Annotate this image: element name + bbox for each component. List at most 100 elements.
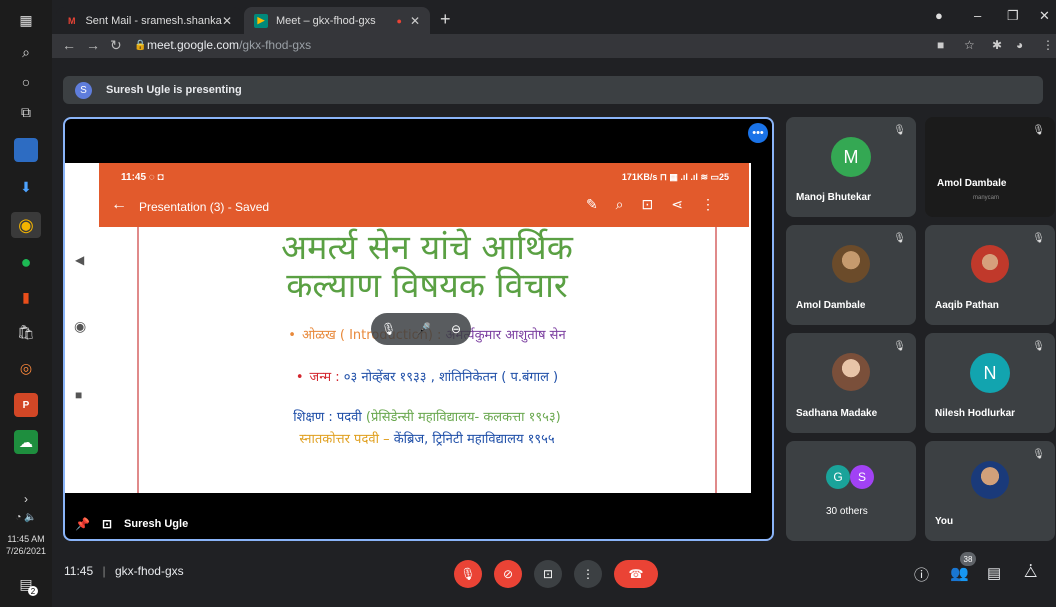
participant-tile[interactable]: 🎙 Amol Dambale manycam: [925, 117, 1055, 217]
avatar: [971, 461, 1009, 499]
new-tab-button[interactable]: +: [440, 10, 451, 28]
windows-start-icon[interactable]: ▦: [14, 8, 38, 32]
url-path: /gkx-fhod-gxs: [239, 38, 312, 52]
address-bar: ← → ↻ 🔒 meet.google.com/gkx-fhod-gxs ■ ☆…: [52, 34, 1056, 58]
mic-off-icon: 🎙: [893, 233, 906, 244]
participant-name: Nilesh Hodlurkar: [935, 408, 1016, 419]
presenting-text: Suresh Ugle is presenting: [106, 84, 242, 96]
file-explorer-icon[interactable]: [14, 138, 38, 162]
tab-meet[interactable]: ▶ Meet – gkx-fhod-gxs ● ✕: [244, 7, 430, 34]
notification-count: 2: [28, 586, 38, 596]
pin-icon[interactable]: 📌: [75, 517, 90, 531]
avatar: [832, 353, 870, 391]
mic-toggle-button[interactable]: 🎙: [454, 560, 482, 588]
cortana-icon[interactable]: ○: [14, 70, 38, 94]
participant-name: Amol Dambale: [937, 178, 1007, 189]
media-player-icon[interactable]: ◎: [14, 356, 38, 380]
avatar: S: [75, 81, 92, 99]
self-tile[interactable]: 🎙 You: [925, 441, 1055, 541]
powerpoint-icon[interactable]: P: [14, 393, 38, 417]
chrome-taskbar-icon[interactable]: ◉: [11, 212, 41, 238]
end-call-button[interactable]: ☎: [614, 560, 658, 588]
participant-tile[interactable]: 🎙 Amol Dambale: [786, 225, 916, 325]
mic-off-icon: 🎙: [1032, 233, 1045, 244]
windows-taskbar: ▦ ⌕ ○ ⧉ ⬇ ◉ ● ▮ 🛍 ◎ P ☁ › ◔ 🔈 11:45 AM 7…: [0, 0, 52, 607]
avatar: M: [831, 137, 871, 177]
gmail-icon: M: [67, 15, 76, 26]
pin-icon[interactable]: ⊖: [451, 322, 461, 336]
avatar: S: [850, 465, 874, 489]
close-icon[interactable]: ✕: [410, 14, 420, 28]
office-icon[interactable]: ▮: [14, 285, 38, 309]
extensions-icon[interactable]: ✱: [992, 38, 1002, 52]
store-icon[interactable]: ⬇: [14, 175, 38, 199]
tab-gmail-label: Sent Mail - sramesh.shankarrao@: [85, 14, 222, 27]
android-recents-icon: ■: [75, 388, 83, 402]
network-volume-icons[interactable]: ◔ 🔈: [8, 505, 44, 529]
url-field[interactable]: meet.google.com/gkx-fhod-gxs: [147, 38, 311, 52]
mic-off-icon: 🎙: [1032, 449, 1045, 460]
search-icon[interactable]: ⌕: [14, 40, 38, 64]
status-indicators: 171KB/s ⊓ ▦ .ıl .ıl ≋ ▭25: [621, 172, 729, 182]
participant-tile[interactable]: 🎙 N Nilesh Hodlurkar: [925, 333, 1055, 433]
activities-icon[interactable]: ⧊: [1024, 564, 1037, 581]
slide-birth-line: • जन्म : ०३ नोव्हेंबर १९३३ , शांतिनिकेतन …: [295, 370, 559, 385]
close-icon[interactable]: ✕: [222, 14, 232, 28]
url-host: meet.google.com: [147, 38, 240, 52]
people-icon[interactable]: 👥: [950, 564, 969, 582]
minimize-button[interactable]: –: [974, 8, 981, 23]
participant-tile[interactable]: 🎙 M Manoj Bhutekar: [786, 117, 916, 217]
forward-arrow-icon[interactable]: →: [86, 37, 100, 53]
info-icon[interactable]: ⓘ: [914, 564, 929, 585]
recording-dot-icon: ●: [396, 15, 402, 26]
presentation-stage[interactable]: ••• ◀ ◉ ■ 11:45 ◌ ◘ 171KB/s ⊓ ▦ .ıl .ıl …: [63, 117, 774, 541]
app-toolbar: 11:45 ◌ ◘ 171KB/s ⊓ ▦ .ıl .ıl ≋ ▭25 ← Pr…: [99, 163, 749, 227]
tab-meet-label: Meet – gkx-fhod-gxs: [276, 14, 376, 27]
presenter-name: Suresh Ugle: [124, 518, 189, 530]
store-bag-icon[interactable]: 🛍: [14, 320, 38, 344]
mic-off-icon[interactable]: 🎙: [381, 322, 396, 336]
meeting-info: 11:45 | gkx-fhod-gxs: [64, 564, 184, 578]
taskbar-date[interactable]: 7/26/2021: [0, 546, 52, 557]
spotify-icon[interactable]: ●: [14, 250, 38, 274]
others-tile[interactable]: G S 30 others: [786, 441, 916, 541]
status-time: 11:45 ◌ ◘: [121, 172, 164, 183]
chat-icon[interactable]: ▤: [987, 564, 1001, 582]
more-options-icon[interactable]: •••: [748, 123, 768, 143]
profile-dot-icon[interactable]: ●: [935, 8, 943, 23]
participant-name: You: [935, 516, 954, 527]
camera-icon[interactable]: ■: [937, 38, 944, 52]
stage-footer: 📌 ⊡ Suresh Ugle: [75, 517, 188, 531]
meeting-time: 11:45: [64, 564, 94, 578]
participant-tile[interactable]: 🎙 Sadhana Madake: [786, 333, 916, 433]
meeting-code: gkx-fhod-gxs: [114, 564, 184, 578]
app-tool-icons: ✎⌕⊡⋖⋮: [585, 196, 733, 212]
taskbar-time[interactable]: 11:45 AM: [0, 534, 52, 545]
meet-main: S Suresh Ugle is presenting ••• ◀ ◉ ■ 11…: [52, 58, 1056, 607]
tab-gmail[interactable]: M Sent Mail - sramesh.shankarrao@ ✕: [56, 7, 242, 34]
presenter-controls-pill[interactable]: 🎙 🎤 ⊖: [371, 313, 471, 345]
lock-icon[interactable]: 🔒: [134, 40, 146, 51]
notification-center-icon[interactable]: ▤ 2: [14, 572, 38, 596]
mic-off-icon: 🎙: [1032, 125, 1045, 136]
cloud-app-icon[interactable]: ☁: [14, 430, 38, 454]
avatar: [971, 245, 1009, 283]
avatar: [832, 245, 870, 283]
mic-icon[interactable]: 🎤: [416, 322, 431, 336]
maximize-button[interactable]: ❐: [1007, 8, 1019, 24]
star-icon[interactable]: ☆: [964, 38, 975, 52]
present-icon: ⊡: [101, 517, 113, 531]
camera-toggle-button[interactable]: ⊘: [494, 560, 522, 588]
slide-education-line: शिक्षण : पदवी (प्रेसिडेन्सी महाविद्यालय-…: [293, 410, 561, 425]
close-window-button[interactable]: ✕: [1039, 8, 1050, 24]
task-view-icon[interactable]: ⧉: [14, 100, 38, 124]
more-options-button[interactable]: ⋮: [574, 560, 602, 588]
profile-avatar[interactable]: ◕: [1016, 38, 1023, 52]
present-button[interactable]: ⊡: [534, 560, 562, 588]
back-arrow-icon[interactable]: ←: [62, 37, 76, 53]
app-title: Presentation (3) - Saved: [139, 200, 270, 214]
android-nav-bar: ◀ ◉ ■: [65, 163, 99, 493]
menu-dots-icon[interactable]: ⋮: [1042, 38, 1054, 52]
reload-icon[interactable]: ↻: [110, 37, 122, 54]
participant-tile[interactable]: 🎙 Aaqib Pathan: [925, 225, 1055, 325]
